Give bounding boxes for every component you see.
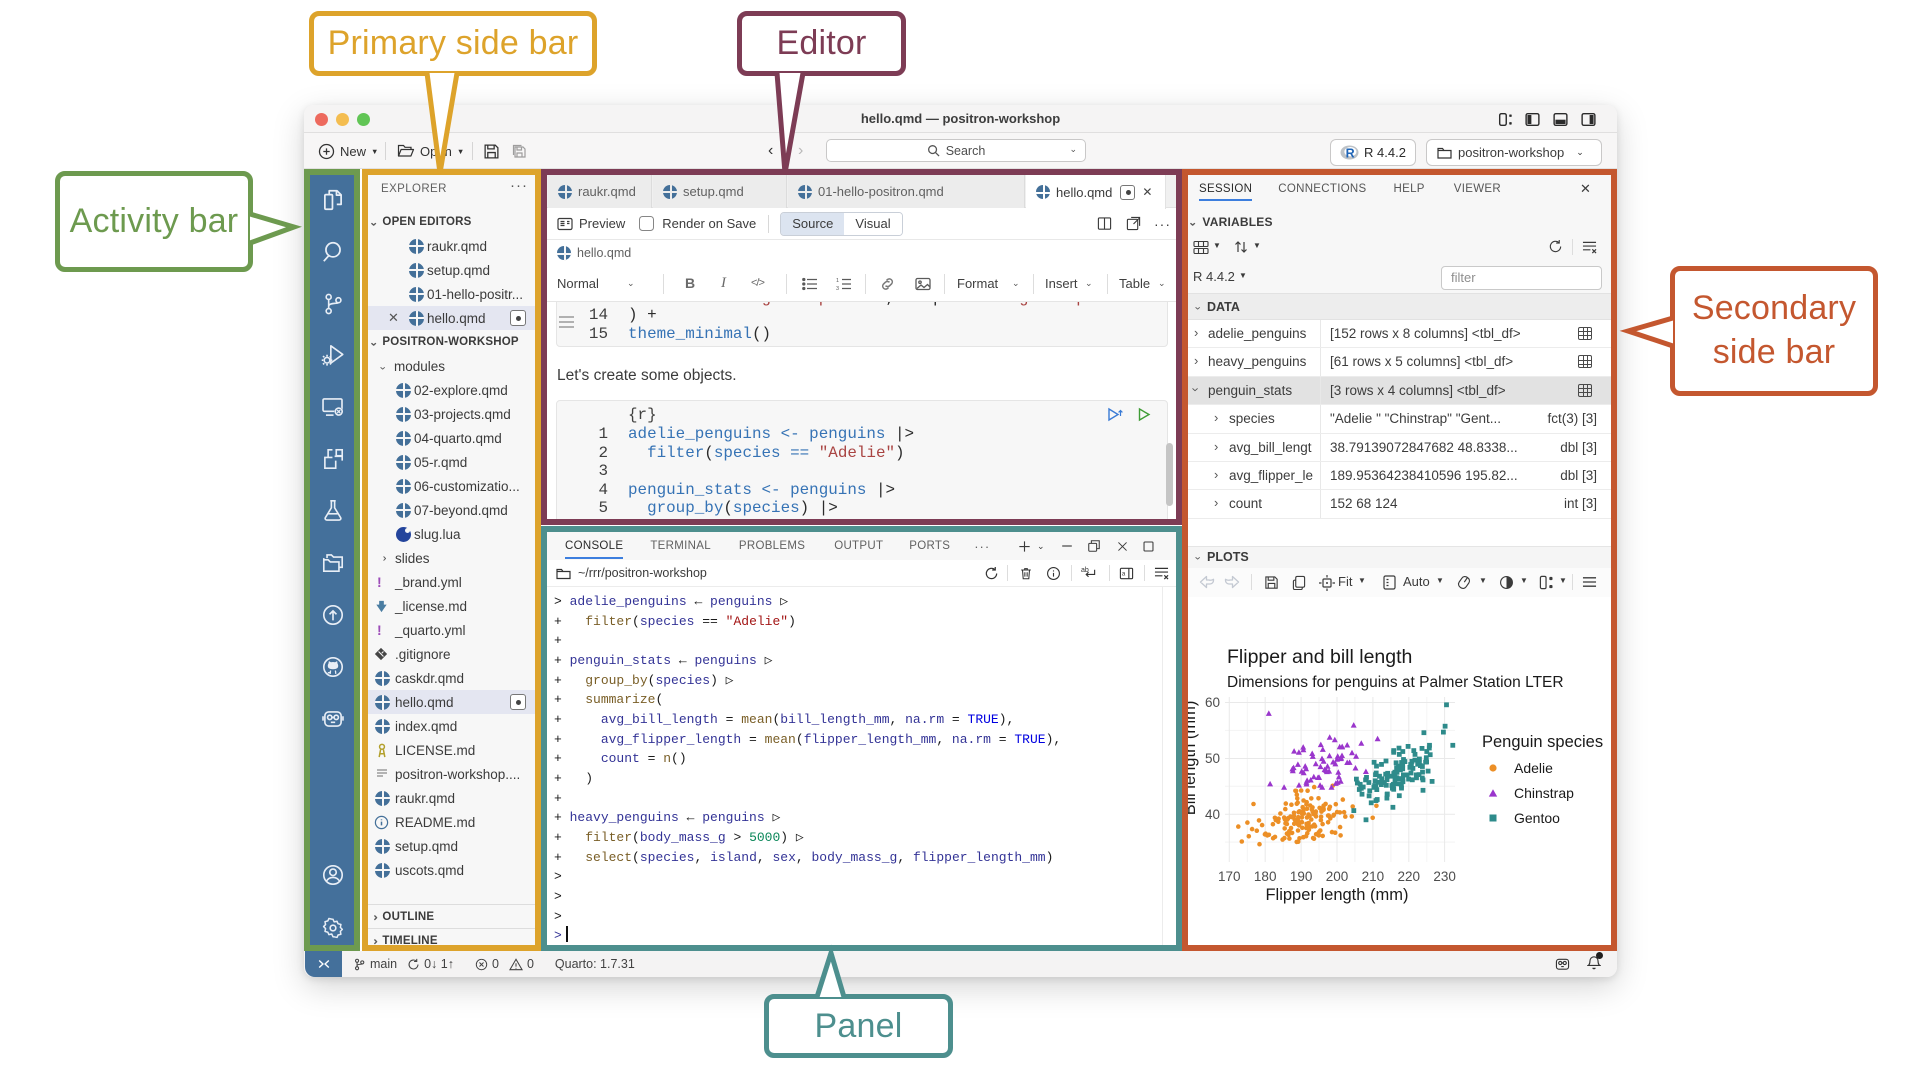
svg-text:Adelie: Adelie	[1514, 760, 1553, 776]
svg-text:Penguin species: Penguin species	[1482, 733, 1603, 751]
svg-text:a: a	[1122, 570, 1126, 577]
svg-text:R: R	[1346, 147, 1355, 160]
svg-text:Chinstrap: Chinstrap	[1514, 785, 1574, 801]
svg-text:190: 190	[1290, 869, 1313, 884]
svg-text:Gentoo: Gentoo	[1514, 810, 1560, 826]
svg-text:40: 40	[1205, 807, 1220, 822]
svg-text:Bill length (mm): Bill length (mm)	[1187, 701, 1199, 816]
svg-text:Dimensions for penguins at Pal: Dimensions for penguins at Palmer Statio…	[1227, 674, 1564, 691]
svg-text:180: 180	[1254, 869, 1277, 884]
svg-text:60: 60	[1205, 695, 1220, 710]
svg-text:170: 170	[1218, 869, 1241, 884]
svg-text:50: 50	[1205, 751, 1220, 766]
svg-text:Flipper and bill length: Flipper and bill length	[1227, 646, 1412, 668]
svg-text:Flipper length (mm): Flipper length (mm)	[1265, 886, 1408, 904]
svg-text:200: 200	[1326, 869, 1349, 884]
svg-text:230: 230	[1433, 869, 1456, 884]
svg-text:1: 1	[836, 278, 839, 284]
svg-text:3: 3	[836, 286, 839, 291]
svg-text:220: 220	[1398, 869, 1421, 884]
svg-text:210: 210	[1362, 869, 1385, 884]
